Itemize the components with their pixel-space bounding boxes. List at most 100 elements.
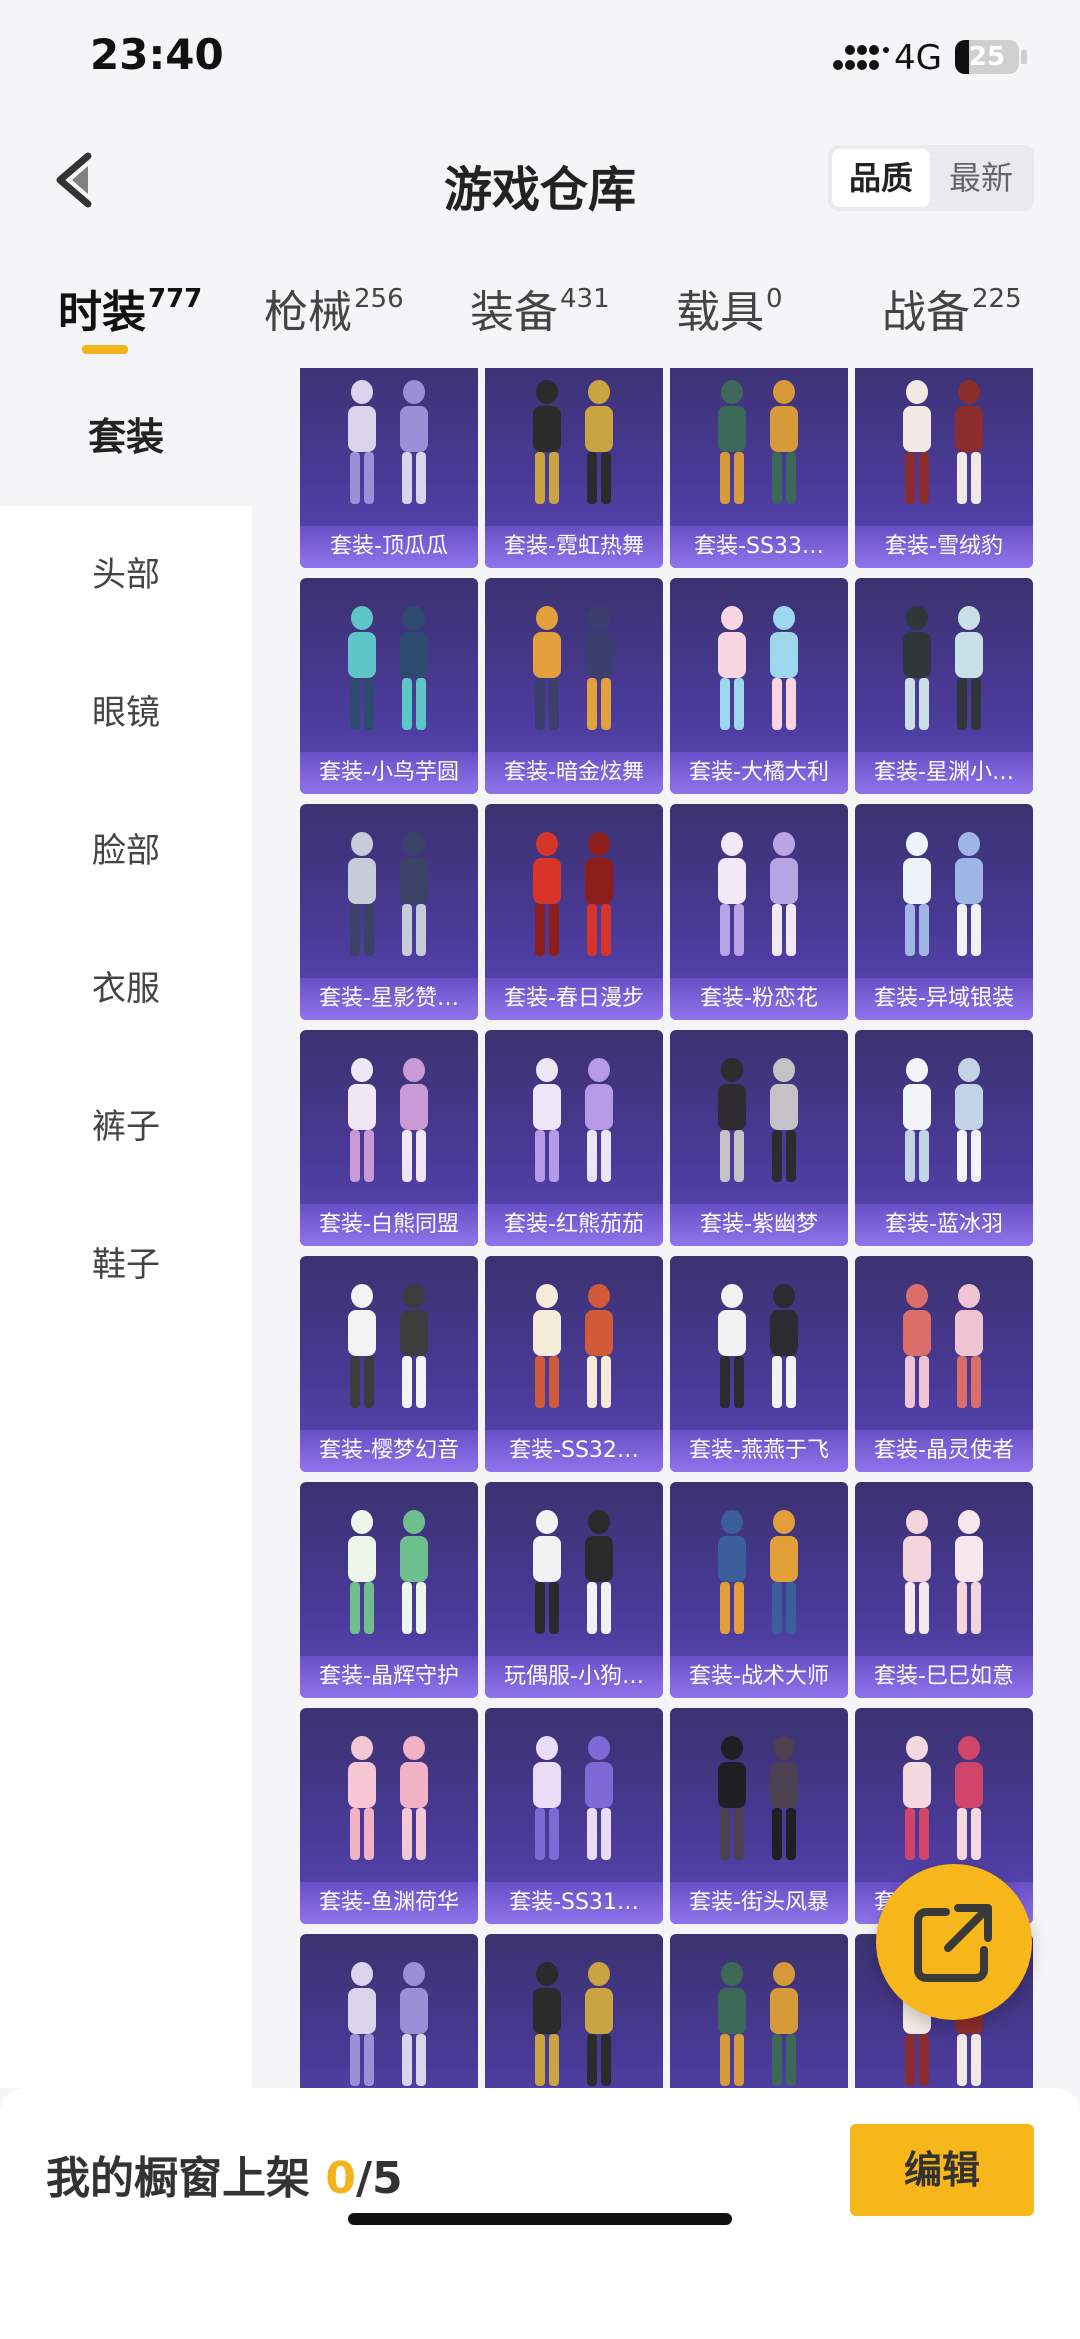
showcase-total: /5 (355, 2153, 403, 2204)
item-card-label: 套装-雪绒豹 (855, 526, 1033, 568)
item-card[interactable]: 套装-星渊小… (855, 578, 1033, 794)
tab-count: 225 (972, 284, 1022, 314)
signal-icon (833, 45, 889, 70)
edit-button[interactable]: 编辑 (850, 2124, 1034, 2216)
item-card[interactable]: 套装-绒宝小鹅 (300, 1934, 478, 2088)
item-card-label: 套装-晶辉守护 (300, 1656, 478, 1698)
outfit-figure-icon (533, 1736, 613, 1860)
outfit-figure-icon (533, 1284, 613, 1408)
item-card[interactable]: 套装-SS33… (670, 368, 848, 568)
sidebar-item-clothes[interactable]: 衣服 (0, 920, 252, 1058)
status-time: 23:40 (90, 30, 224, 79)
sidebar-item-shoes[interactable]: 鞋子 (0, 1196, 252, 1334)
header: 游戏仓库 品质 最新 (0, 120, 1080, 240)
outfit-figure-icon (718, 1510, 798, 1634)
outfit-figure-icon (718, 606, 798, 730)
item-card-label: 套装-蓝冰羽 (855, 1204, 1033, 1246)
item-card[interactable]: 套装-晶辉守护 (300, 1482, 478, 1698)
share-button[interactable] (876, 1864, 1032, 2020)
item-card[interactable]: 套装-SS31… (485, 1708, 663, 1924)
item-card[interactable]: 套装-战术大师 (670, 1482, 848, 1698)
item-card-label: 套装-巳巳如意 (855, 1656, 1033, 1698)
sort-quality-button[interactable]: 品质 (832, 149, 930, 207)
tab-label: 装备 (470, 287, 558, 338)
item-card[interactable]: 套装-春日漫步 (485, 804, 663, 1020)
battery-icon: 25 (955, 40, 1019, 74)
subcategory-sidebar: 套装 头部 眼镜 脸部 衣服 裤子 鞋子 (0, 368, 252, 2088)
item-card[interactable]: 套装-鱼渊荷华 (300, 1708, 478, 1924)
sidebar-item-pants[interactable]: 裤子 (0, 1058, 252, 1196)
item-card-label: 套装-晶灵使者 (855, 1430, 1033, 1472)
item-card-label: 套装-霓虹热舞 (485, 526, 663, 568)
item-card[interactable]: 角色-都市丽猫 (485, 1934, 663, 2088)
item-card[interactable]: 套装-粉恋花 (670, 804, 848, 1020)
item-card[interactable]: 角色-摩登魅猫 (670, 1934, 848, 2088)
tab-supplies[interactable]: 战备225 (882, 276, 1022, 340)
tab-vehicles[interactable]: 载具0 (676, 276, 783, 340)
outfit-figure-icon (348, 380, 428, 504)
tab-label: 枪械 (264, 287, 352, 338)
tab-label: 载具 (676, 287, 764, 338)
tab-count: 0 (766, 284, 783, 314)
item-card[interactable]: 套装-小鸟芋圆 (300, 578, 478, 794)
sort-newest-button[interactable]: 最新 (932, 149, 1030, 207)
outfit-figure-icon (533, 606, 613, 730)
network-label: 4G (894, 38, 942, 78)
item-card-label: 玩偶服-小狗… (485, 1656, 663, 1698)
outfit-figure-icon (533, 832, 613, 956)
tab-equipment[interactable]: 装备431 (470, 276, 610, 340)
tab-guns[interactable]: 枪械256 (264, 276, 404, 340)
outfit-figure-icon (903, 1510, 983, 1634)
sidebar-item-head[interactable]: 头部 (0, 506, 252, 644)
item-card[interactable]: 套装-异域银装 (855, 804, 1033, 1020)
item-card[interactable]: 套装-蓝冰羽 (855, 1030, 1033, 1246)
item-card[interactable]: 套装-SS32… (485, 1256, 663, 1472)
item-card[interactable]: 套装-紫幽梦 (670, 1030, 848, 1246)
outfit-figure-icon (718, 1736, 798, 1860)
item-card-label: 套装-星影赞… (300, 978, 478, 1020)
item-card[interactable]: 套装-晶灵使者 (855, 1256, 1033, 1472)
item-card[interactable]: 套装-霓虹热舞 (485, 368, 663, 568)
tab-count: 431 (560, 284, 610, 314)
item-card[interactable]: 套装-白熊同盟 (300, 1030, 478, 1246)
showcase-status: 我的橱窗上架 0/5 (46, 2142, 403, 2206)
item-card[interactable]: 套装-巳巳如意 (855, 1482, 1033, 1698)
item-card[interactable]: 套装-燕燕于飞 (670, 1256, 848, 1472)
outfit-figure-icon (348, 1510, 428, 1634)
sidebar-item-face[interactable]: 脸部 (0, 782, 252, 920)
item-card-label: 套装-暗金炫舞 (485, 752, 663, 794)
item-card-label: 套装-战术大师 (670, 1656, 848, 1698)
item-card-label: 套装-粉恋花 (670, 978, 848, 1020)
sort-toggle: 品质 最新 (828, 145, 1034, 211)
tab-fashion[interactable]: 时装777 (58, 276, 202, 340)
outfit-figure-icon (348, 1284, 428, 1408)
item-card-label: 套装-白熊同盟 (300, 1204, 478, 1246)
outfit-figure-icon (903, 1058, 983, 1182)
outfit-figure-icon (903, 832, 983, 956)
item-card[interactable]: 套装-红熊茄茄 (485, 1030, 663, 1246)
item-card[interactable]: 套装-暗金炫舞 (485, 578, 663, 794)
outfit-figure-icon (718, 1058, 798, 1182)
sidebar-item-suit[interactable]: 套装 (0, 368, 252, 506)
item-card[interactable]: 套装-樱梦幻音 (300, 1256, 478, 1472)
outfit-figure-icon (903, 380, 983, 504)
item-card-label: 套装-街头风暴 (670, 1882, 848, 1924)
item-card[interactable]: 套装-星影赞… (300, 804, 478, 1020)
item-card[interactable]: 套装-顶瓜瓜 (300, 368, 478, 568)
outfit-figure-icon (718, 1284, 798, 1408)
item-card[interactable]: 套装-街头风暴 (670, 1708, 848, 1924)
showcase-count: 0 (325, 2153, 356, 2204)
showcase-label: 我的橱窗上架 (46, 2153, 310, 2204)
item-card-label: 套装-鱼渊荷华 (300, 1882, 478, 1924)
item-card[interactable]: 套装-大橘大利 (670, 578, 848, 794)
outfit-figure-icon (348, 606, 428, 730)
tab-label: 时装 (58, 287, 146, 338)
item-card-label: 套装-樱梦幻音 (300, 1430, 478, 1472)
item-card-label: 套装-SS33… (670, 526, 848, 568)
item-card[interactable]: 套装-雪绒豹 (855, 368, 1033, 568)
item-card-label: 套装-异域银装 (855, 978, 1033, 1020)
sidebar-item-glasses[interactable]: 眼镜 (0, 644, 252, 782)
item-card-label: 套装-顶瓜瓜 (300, 526, 478, 568)
outfit-figure-icon (348, 1962, 428, 2086)
item-card[interactable]: 玩偶服-小狗… (485, 1482, 663, 1698)
